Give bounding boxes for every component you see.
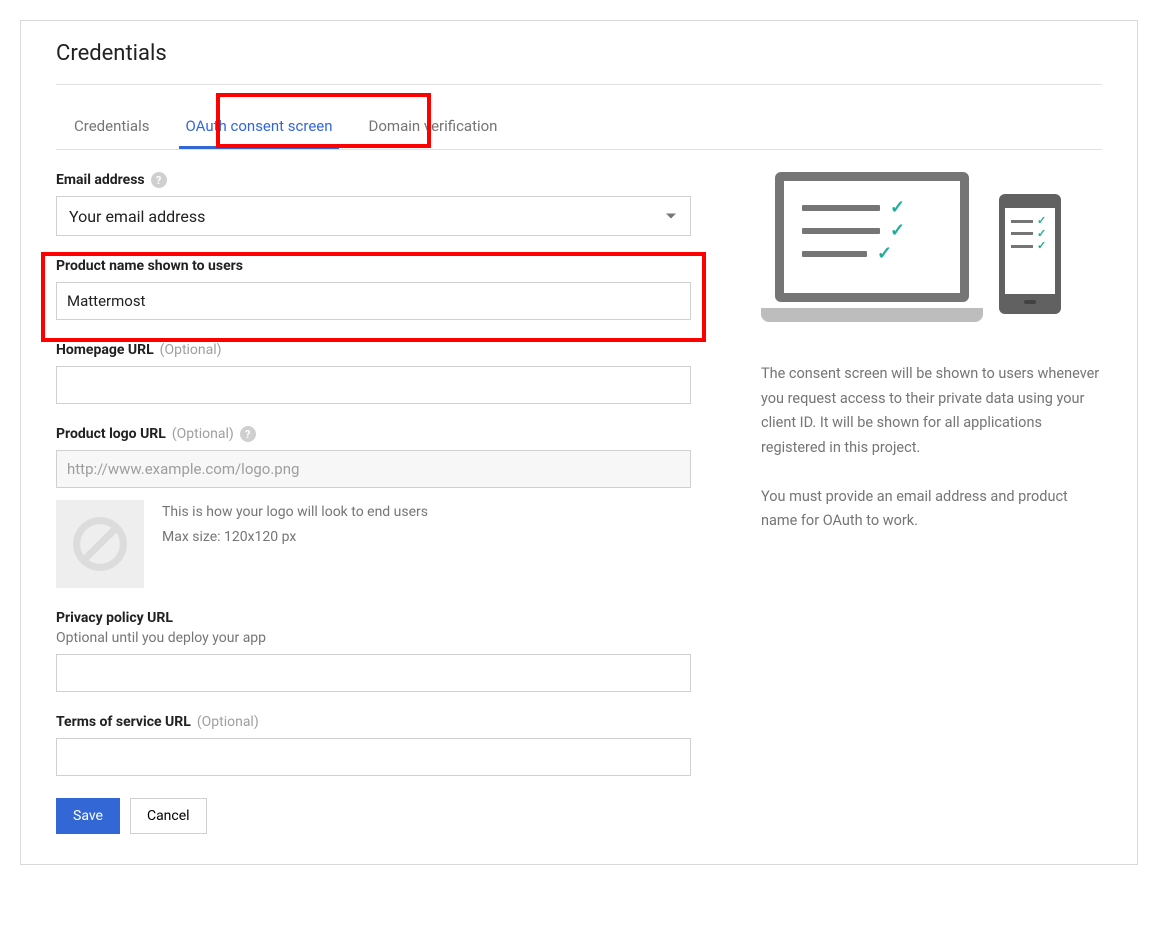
laptop-icon: ✓ ✓ ✓ bbox=[761, 172, 983, 322]
email-label: Email address bbox=[56, 172, 145, 188]
tab-domain-verification[interactable]: Domain verification bbox=[351, 107, 516, 149]
tab-oauth-consent-screen[interactable]: OAuth consent screen bbox=[167, 107, 350, 149]
tab-credentials[interactable]: Credentials bbox=[56, 107, 167, 149]
logo-url-label: Product logo URL bbox=[56, 426, 166, 442]
logo-preview-placeholder bbox=[56, 500, 144, 588]
product-name-label: Product name shown to users bbox=[56, 258, 243, 274]
email-select-value: Your email address bbox=[69, 207, 205, 226]
optional-text: (Optional) bbox=[160, 342, 222, 358]
logo-hint: This is how your logo will look to end u… bbox=[162, 500, 428, 550]
save-button[interactable]: Save bbox=[56, 798, 120, 834]
form-column: Email address ? Your email address Produ… bbox=[56, 172, 691, 834]
homepage-label: Homepage URL bbox=[56, 342, 154, 358]
button-row: Save Cancel bbox=[56, 798, 691, 834]
info-column: ✓ ✓ ✓ ✓ ✓ ✓ The consent screen will be s… bbox=[761, 172, 1102, 834]
field-tos-url: Terms of service URL (Optional) bbox=[56, 714, 691, 776]
privacy-label: Privacy policy URL bbox=[56, 610, 173, 626]
logo-url-input[interactable] bbox=[56, 450, 691, 488]
field-email: Email address ? Your email address bbox=[56, 172, 691, 236]
phone-icon: ✓ ✓ ✓ bbox=[999, 194, 1061, 314]
consent-illustration: ✓ ✓ ✓ ✓ ✓ ✓ bbox=[761, 172, 1061, 332]
info-paragraph-2: You must provide an email address and pr… bbox=[761, 485, 1102, 534]
optional-text: (Optional) bbox=[172, 426, 234, 442]
divider bbox=[56, 84, 1102, 85]
field-product-name: Product name shown to users bbox=[56, 258, 691, 320]
email-select[interactable]: Your email address bbox=[56, 196, 691, 236]
page-title: Credentials bbox=[56, 41, 1102, 66]
field-logo-url: Product logo URL (Optional) ? This is ho… bbox=[56, 426, 691, 588]
privacy-sublabel: Optional until you deploy your app bbox=[56, 630, 691, 646]
field-homepage-url: Homepage URL (Optional) bbox=[56, 342, 691, 404]
privacy-input[interactable] bbox=[56, 654, 691, 692]
tos-label: Terms of service URL bbox=[56, 714, 191, 730]
tabs: Credentials OAuth consent screen Domain … bbox=[56, 107, 1102, 150]
field-privacy-url: Privacy policy URL Optional until you de… bbox=[56, 610, 691, 692]
credentials-panel: Credentials Credentials OAuth consent sc… bbox=[20, 20, 1138, 865]
help-icon[interactable]: ? bbox=[151, 172, 167, 188]
logo-hint-line2: Max size: 120x120 px bbox=[162, 525, 428, 550]
chevron-down-icon bbox=[666, 214, 676, 219]
info-paragraph-1: The consent screen will be shown to user… bbox=[761, 362, 1102, 461]
tos-input[interactable] bbox=[56, 738, 691, 776]
help-icon[interactable]: ? bbox=[240, 426, 256, 442]
homepage-input[interactable] bbox=[56, 366, 691, 404]
optional-text: (Optional) bbox=[197, 714, 259, 730]
no-logo-icon bbox=[72, 516, 128, 572]
product-name-input[interactable] bbox=[56, 282, 691, 320]
logo-hint-line1: This is how your logo will look to end u… bbox=[162, 500, 428, 525]
cancel-button[interactable]: Cancel bbox=[130, 798, 207, 834]
